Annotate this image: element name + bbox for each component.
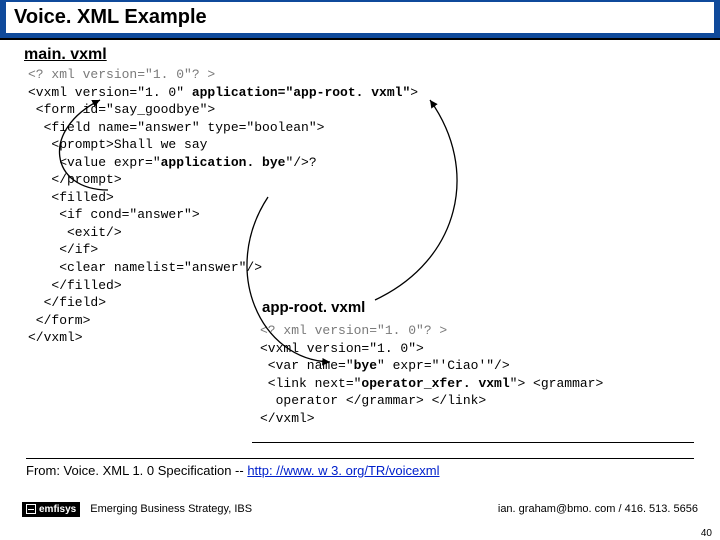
code-line: >	[410, 85, 418, 100]
code-line: bye	[354, 358, 377, 373]
code-line: <? xml version="1. 0"? >	[28, 67, 215, 82]
code-line: </form>	[28, 313, 90, 328]
code-line: <filled>	[28, 190, 114, 205]
logo-icon	[26, 504, 36, 514]
code-separator	[252, 442, 694, 443]
code-line: <form id="say_goodbye">	[28, 102, 215, 117]
code-line: <vxml version="1. 0">	[260, 341, 424, 356]
code-line: <value expr="	[28, 155, 161, 170]
code-line: operator_xfer. vxml	[361, 376, 509, 391]
code-line: application. bye	[161, 155, 286, 170]
title-bar: Voice. XML Example	[0, 0, 720, 40]
credit-link[interactable]: http: //www. w 3. org/TR/voicexml	[247, 463, 439, 478]
code-line: <prompt>Shall we say	[28, 137, 207, 152]
code-line: <if cond="answer">	[28, 207, 200, 222]
code-approot: <? xml version="1. 0"? > <vxml version="…	[260, 322, 603, 427]
contact-text: ian. graham@bmo. com / 416. 513. 5656	[498, 503, 698, 515]
code-line: </vxml>	[260, 411, 315, 426]
credit-text: From: Voice. XML 1. 0 Specification --	[26, 463, 247, 478]
slide-title: Voice. XML Example	[6, 2, 714, 36]
code-line: <var name="	[260, 358, 354, 373]
code-line: </field>	[28, 295, 106, 310]
logo-emfisys: emfisys	[22, 502, 80, 517]
page-number: 40	[701, 528, 712, 539]
code-area: <? xml version="1. 0"? > <vxml version="…	[0, 64, 720, 454]
code-line: application="app-root. vxml"	[192, 85, 410, 100]
code-line: </vxml>	[28, 330, 83, 345]
filename-main: main. vxml	[0, 40, 720, 64]
code-line: <clear namelist="answer"/>	[28, 260, 262, 275]
code-line: </filled>	[28, 278, 122, 293]
filename-approot: app-root. vxml	[262, 299, 365, 316]
code-line: <field name="answer" type="boolean">	[28, 120, 324, 135]
code-line: operator </grammar> </link>	[260, 393, 486, 408]
credit-line: From: Voice. XML 1. 0 Specification -- h…	[26, 458, 694, 478]
code-line: "/>?	[285, 155, 316, 170]
code-line: <link next="	[260, 376, 361, 391]
code-line: </prompt>	[28, 172, 122, 187]
code-line: </if>	[28, 242, 98, 257]
code-line: <? xml version="1. 0"? >	[260, 323, 447, 338]
logo-area: emfisys Emerging Business Strategy, IBS	[22, 502, 252, 517]
footer: emfisys Emerging Business Strategy, IBS …	[0, 492, 720, 526]
ebs-text: Emerging Business Strategy, IBS	[90, 503, 252, 515]
code-line: " expr="'Ciao'"/>	[377, 358, 510, 373]
code-line: <vxml version="1. 0"	[28, 85, 192, 100]
logo-text: emfisys	[39, 504, 76, 515]
code-line: <exit/>	[28, 225, 122, 240]
code-line: "> <grammar>	[510, 376, 604, 391]
